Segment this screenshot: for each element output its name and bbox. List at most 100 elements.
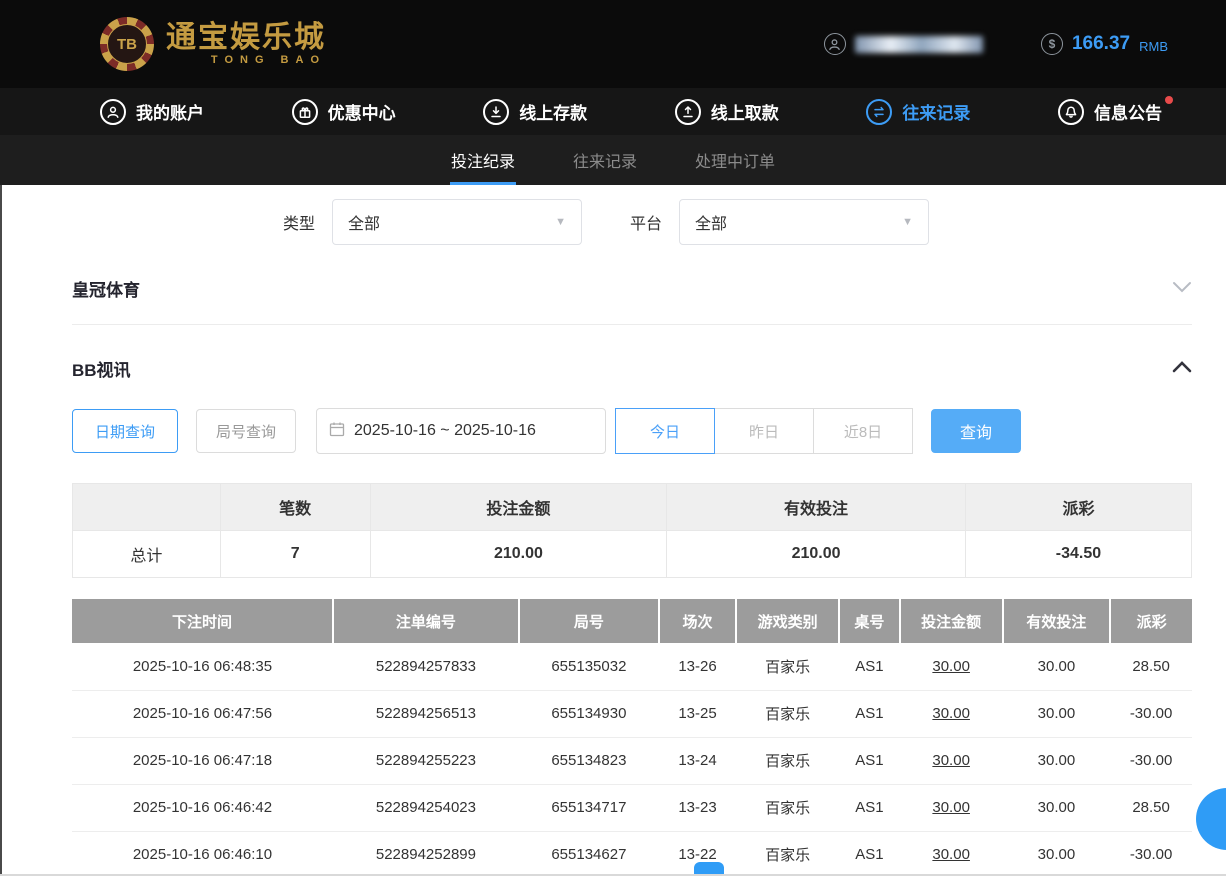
section-bb-live[interactable]: BB视讯 xyxy=(72,356,1192,381)
tab-bet-records[interactable]: 投注纪录 xyxy=(445,135,521,185)
yesterday-button[interactable]: 昨日 xyxy=(714,408,814,454)
tab-pending-orders[interactable]: 处理中订单 xyxy=(689,135,781,185)
search-button[interactable]: 查询 xyxy=(931,409,1021,453)
gift-circle-icon xyxy=(292,99,318,125)
balance[interactable]: $ 166.37 RMB xyxy=(1041,33,1168,55)
site-logo[interactable]: TB 通宝娱乐城 TONG BAO xyxy=(100,17,326,71)
table-cell: 522894257833 xyxy=(333,643,519,690)
table-cell: 655134717 xyxy=(519,784,659,831)
bet-amount-link[interactable]: 30.00 xyxy=(900,831,1003,876)
bet-header-cell: 投注金额 xyxy=(900,599,1003,643)
table-cell: AS1 xyxy=(839,643,899,690)
table-cell: 30.00 xyxy=(1003,643,1111,690)
deposit-circle-icon xyxy=(483,99,509,125)
date-range-input[interactable]: 2025-10-16 ~ 2025-10-16 xyxy=(316,408,606,454)
nav-label: 线上存款 xyxy=(519,99,587,124)
table-cell: 522894255223 xyxy=(333,737,519,784)
round-query-button[interactable]: 局号查询 xyxy=(196,409,296,453)
table-cell: 2025-10-16 06:48:35 xyxy=(72,643,333,690)
record-circle-icon xyxy=(866,99,892,125)
bet-header-cell: 下注时间 xyxy=(72,599,333,643)
section-title: BB视讯 xyxy=(72,356,131,381)
bet-header-cell: 局号 xyxy=(519,599,659,643)
table-cell: 522894254023 xyxy=(333,784,519,831)
table-cell: 百家乐 xyxy=(736,643,839,690)
chevron-up-icon[interactable] xyxy=(1172,360,1192,378)
calendar-icon xyxy=(329,421,345,442)
table-cell: 30.00 xyxy=(1003,690,1111,737)
table-cell: 655134930 xyxy=(519,690,659,737)
table-cell: 522894252899 xyxy=(333,831,519,876)
top-header: TB 通宝娱乐城 TONG BAO $ 166.37 RMB xyxy=(0,0,1226,88)
logo-text: 通宝娱乐城 TONG BAO xyxy=(166,22,326,67)
type-filter-label: 类型 xyxy=(283,210,315,234)
user-avatar-icon xyxy=(824,33,846,55)
platform-filter-label: 平台 xyxy=(630,210,662,234)
table-cell: 30.00 xyxy=(1003,784,1111,831)
nav-label: 线上取款 xyxy=(711,99,779,124)
bet-table-body: 2025-10-16 06:48:35522894257833655135032… xyxy=(72,643,1192,876)
table-cell: -30.00 xyxy=(1110,737,1192,784)
tab-transaction-records[interactable]: 往来记录 xyxy=(567,135,643,185)
query-toolbar: 日期查询 局号查询 2025-10-16 ~ 2025-10-16 今日 昨日 … xyxy=(72,408,1192,454)
bet-amount-link[interactable]: 30.00 xyxy=(900,643,1003,690)
table-cell: AS1 xyxy=(839,784,899,831)
nav-item-withdraw[interactable]: 线上取款 xyxy=(675,99,779,125)
table-cell: 28.50 xyxy=(1110,784,1192,831)
nav-item-transactions[interactable]: 往来记录 xyxy=(866,99,970,125)
type-select[interactable]: 全部 ▼ xyxy=(332,199,582,245)
summary-header-row: 笔数投注金额有效投注派彩 xyxy=(73,484,1192,531)
table-cell: AS1 xyxy=(839,690,899,737)
summary-cell: 7 xyxy=(220,531,370,578)
table-cell: 百家乐 xyxy=(736,784,839,831)
table-cell: 百家乐 xyxy=(736,831,839,876)
filter-row: 类型 全部 ▼ 平台 全部 ▼ xyxy=(283,199,1192,245)
bet-header-cell: 注单编号 xyxy=(333,599,519,643)
summary-cell: -34.50 xyxy=(965,531,1191,578)
nav-label: 我的账户 xyxy=(136,99,204,124)
bet-amount-link[interactable]: 30.00 xyxy=(900,737,1003,784)
table-cell: -30.00 xyxy=(1110,690,1192,737)
table-cell: 655134627 xyxy=(519,831,659,876)
table-cell: 2025-10-16 06:47:56 xyxy=(72,690,333,737)
table-cell: 522894256513 xyxy=(333,690,519,737)
platform-select[interactable]: 全部 ▼ xyxy=(679,199,929,245)
nav-label: 信息公告 xyxy=(1094,99,1162,124)
nav-item-announcements[interactable]: 信息公告 xyxy=(1058,99,1162,125)
user-account[interactable] xyxy=(824,33,983,55)
username-redacted xyxy=(855,36,983,53)
bet-amount-link[interactable]: 30.00 xyxy=(900,784,1003,831)
tab-label: 处理中订单 xyxy=(695,148,775,172)
summary-header-cell: 投注金额 xyxy=(370,484,667,531)
nav-item-promotions[interactable]: 优惠中心 xyxy=(292,99,396,125)
table-cell: 30.00 xyxy=(1003,831,1111,876)
date-range-value: 2025-10-16 ~ 2025-10-16 xyxy=(354,422,536,440)
bet-amount-link[interactable]: 30.00 xyxy=(900,690,1003,737)
nav-item-my-account[interactable]: 我的账户 xyxy=(100,99,204,125)
table-cell: AS1 xyxy=(839,831,899,876)
chevron-down-icon[interactable] xyxy=(1172,280,1192,298)
last8days-button[interactable]: 近8日 xyxy=(813,408,913,454)
table-cell: 13-23 xyxy=(659,784,736,831)
table-cell: 2025-10-16 06:46:10 xyxy=(72,831,333,876)
table-cell: 13-25 xyxy=(659,690,736,737)
tab-label: 投注纪录 xyxy=(451,148,515,172)
quick-date-group: 今日 昨日 近8日 xyxy=(616,408,913,454)
table-cell: 30.00 xyxy=(1003,737,1111,784)
nav-label: 优惠中心 xyxy=(328,99,396,124)
today-button[interactable]: 今日 xyxy=(615,408,715,454)
bet-header-cell: 有效投注 xyxy=(1003,599,1111,643)
summary-cell: 210.00 xyxy=(370,531,667,578)
summary-body-row: 总计7210.00210.00-34.50 xyxy=(73,531,1192,578)
section-crown-sports[interactable]: 皇冠体育 xyxy=(72,276,1192,301)
withdraw-circle-icon xyxy=(675,99,701,125)
table-row: 2025-10-16 06:46:42522894254023655134717… xyxy=(72,784,1192,831)
table-row: 2025-10-16 06:48:35522894257833655135032… xyxy=(72,643,1192,690)
type-select-value: 全部 xyxy=(348,210,380,234)
table-cell: 2025-10-16 06:47:18 xyxy=(72,737,333,784)
nav-item-deposit[interactable]: 线上存款 xyxy=(483,99,587,125)
date-query-button[interactable]: 日期查询 xyxy=(72,409,178,453)
bet-header-cell: 桌号 xyxy=(839,599,899,643)
window-edge xyxy=(0,185,2,876)
table-cell: 百家乐 xyxy=(736,690,839,737)
